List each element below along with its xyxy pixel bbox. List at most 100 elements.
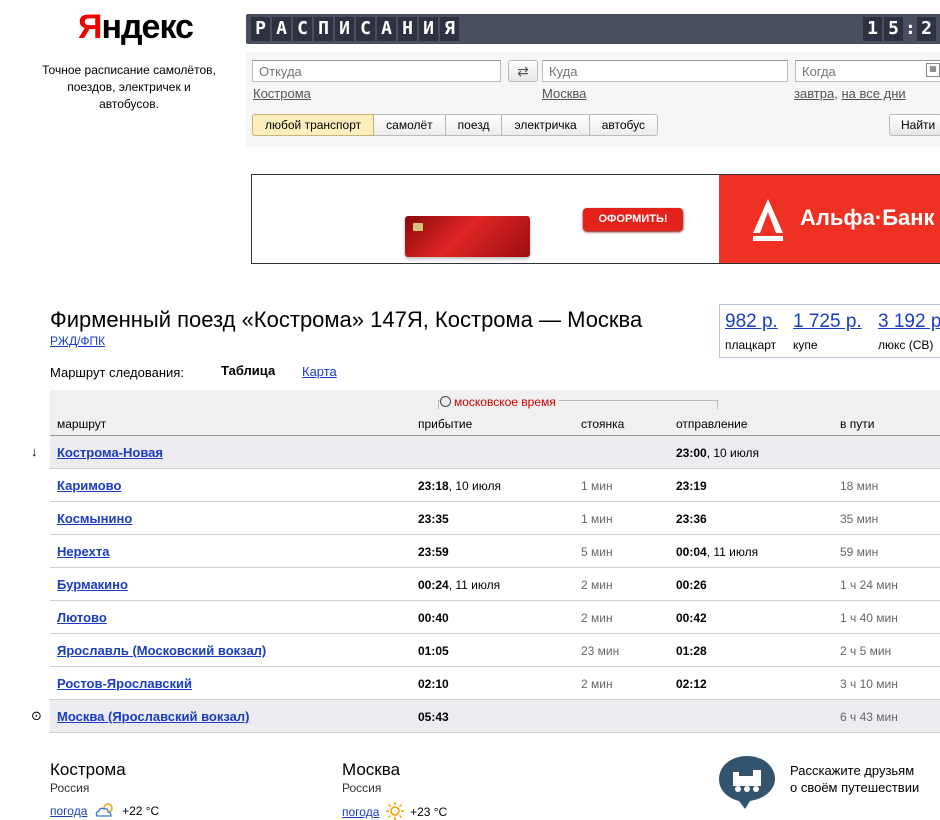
price-lux[interactable]: 3 192 р.	[878, 311, 940, 333]
when-tomorrow-link[interactable]: завтра	[794, 86, 834, 101]
alfa-logo-icon	[753, 199, 783, 241]
station-link[interactable]: Бурмакино	[57, 577, 128, 592]
stop-duration: 2 мин	[581, 611, 613, 625]
price-kupe[interactable]: 1 725 р.	[793, 311, 862, 333]
arrival-time: 00:24	[418, 578, 449, 592]
travel-time: 18 мин	[840, 479, 879, 493]
travel-time: 1 ч 24 мин	[840, 578, 898, 592]
clock-digit: 2	[917, 17, 936, 41]
transport-tab[interactable]: самолёт	[374, 114, 446, 136]
carrier-link[interactable]: РЖД/ФПК	[50, 334, 105, 348]
moscow-time-text: московское время	[454, 395, 556, 409]
to-temp: +23 °C	[410, 805, 448, 819]
transport-tab[interactable]: любой транспорт	[252, 114, 375, 136]
arrival-cell: 01:05	[418, 644, 449, 658]
travel-time: 2 ч 5 мин	[840, 644, 892, 658]
view-map-link[interactable]: Карта	[302, 364, 337, 379]
transport-tab[interactable]: автобус	[589, 114, 659, 136]
board-clock: 15:2	[863, 17, 936, 41]
search-form: ⇄ ▦ Кострома Москва завтра, на все дни л…	[246, 52, 940, 147]
station-link[interactable]: Москва (Ярославский вокзал)	[57, 709, 249, 724]
price-box: 982 р. 1 725 р. 3 192 р. плацкарт купе л…	[719, 304, 940, 358]
route-start-icon: ↓	[31, 444, 38, 459]
from-weather-link[interactable]: погода	[50, 804, 87, 818]
col-arrival: прибытие	[418, 417, 473, 431]
departure-cell: 00:04, 11 июля	[676, 545, 758, 559]
travel-time: 3 ч 10 мин	[840, 677, 898, 691]
page-title: Фирменный поезд «Кострома» 147Я, Костром…	[50, 307, 643, 332]
station-link[interactable]: Ростов-Ярославский	[57, 676, 192, 691]
stop-duration: 23 мин	[581, 644, 620, 658]
price-platzkart[interactable]: 982 р.	[725, 311, 778, 333]
logo-first-letter: Я	[78, 8, 102, 46]
swap-direction-button[interactable]: ⇄	[508, 60, 538, 82]
table-row: Нерехта 23:59 5 мин 00:04, 11 июля 59 мин	[50, 535, 940, 568]
from-suggest-link[interactable]: Кострома	[253, 86, 311, 101]
departure-time: 00:26	[676, 578, 707, 592]
find-button[interactable]: Найти	[889, 114, 940, 136]
class-lux: люкс (СВ)	[878, 338, 934, 352]
sun-icon	[385, 802, 404, 820]
stop-duration: 1 мин	[581, 512, 613, 526]
class-kupe: купе	[793, 338, 818, 352]
board-title: РАСПИСАНИЯ	[251, 17, 459, 41]
stop-duration: 1 мин	[581, 479, 613, 493]
col-route: маршрут	[57, 417, 107, 431]
to-city-name: Москва	[342, 760, 401, 779]
col-departure: отправление	[676, 417, 748, 431]
arrival-cell: 23:35	[418, 512, 449, 526]
arrival-time: 23:35	[418, 512, 449, 526]
departure-date: , 10 июля	[706, 446, 759, 460]
yandex-logo[interactable]: Яндекс	[78, 8, 194, 47]
station-link[interactable]: Лютово	[57, 610, 107, 625]
view-table-tab[interactable]: Таблица	[221, 363, 275, 378]
arrival-time: 00:40	[418, 611, 449, 625]
table-row: Ярославль (Московский вокзал) 01:05 23 мин…	[50, 634, 940, 667]
order-button[interactable]: ОФОРМИТЬ!	[583, 208, 683, 231]
when-all-days-link[interactable]: на все дни	[841, 86, 905, 101]
table-row: Москва (Ярославский вокзал) 05:43 6 ч 43 м…	[50, 700, 940, 733]
travel-time: 1 ч 40 мин	[840, 611, 898, 625]
station-link[interactable]: Нерехта	[57, 544, 109, 559]
station-link[interactable]: Кострома-Новая	[57, 445, 163, 460]
arrival-time: 23:59	[418, 545, 449, 559]
departure-time: 23:36	[676, 512, 707, 526]
departure-cell: 23:19	[676, 479, 707, 493]
credit-card-image	[405, 216, 530, 257]
station-link[interactable]: Ярославль (Московский вокзал)	[57, 643, 266, 658]
transport-tab[interactable]: поезд	[445, 114, 503, 136]
table-row: Лютово 00:40 2 мин 00:42 1 ч 40 мин	[50, 601, 940, 634]
arrival-cell: 02:10	[418, 677, 449, 691]
departure-time: 02:12	[676, 677, 707, 691]
ad-banner[interactable]: ОФОРМИТЬ! Альфа·Банк	[251, 174, 940, 264]
transport-tab[interactable]: электричка	[502, 114, 590, 136]
stop-duration: 5 мин	[581, 545, 613, 559]
from-city-country: Россия	[50, 781, 90, 795]
date-input[interactable]	[795, 60, 940, 82]
from-temp: +22 °C	[122, 804, 160, 818]
travel-time: 35 мин	[840, 512, 879, 526]
to-weather-link[interactable]: погода	[342, 805, 379, 819]
board-letter: С	[356, 17, 375, 41]
arrival-cell: 00:40	[418, 611, 449, 625]
clock-digit: 5	[884, 17, 903, 41]
station-link[interactable]: Каримово	[57, 478, 121, 493]
to-city-country: Россия	[342, 781, 382, 795]
train-share-icon[interactable]	[717, 754, 777, 809]
arrival-date: , 10 июля	[448, 479, 501, 493]
table-row: Кострома-Новая 23:00, 10 июля	[50, 436, 940, 469]
to-input[interactable]	[542, 60, 788, 82]
table-row: Бурмакино 00:24, 11 июля 2 мин 00:26 1 ч 24 …	[50, 568, 940, 601]
moscow-time-label: московское время	[440, 395, 559, 409]
arrival-cell: 00:24, 11 июля	[418, 578, 500, 592]
route-label: Маршрут следования:	[50, 365, 184, 380]
to-suggest-link[interactable]: Москва	[542, 86, 586, 101]
board-letter: А	[272, 17, 291, 41]
board-letter: С	[293, 17, 312, 41]
calendar-icon[interactable]: ▦	[926, 63, 940, 77]
board-letter: И	[419, 17, 438, 41]
transport-tabs: любой транспорт самолёт поезд электричка авт…	[252, 114, 659, 136]
clock-digit: :	[905, 18, 916, 39]
from-input[interactable]	[252, 60, 501, 82]
station-link[interactable]: Космынино	[57, 511, 132, 526]
